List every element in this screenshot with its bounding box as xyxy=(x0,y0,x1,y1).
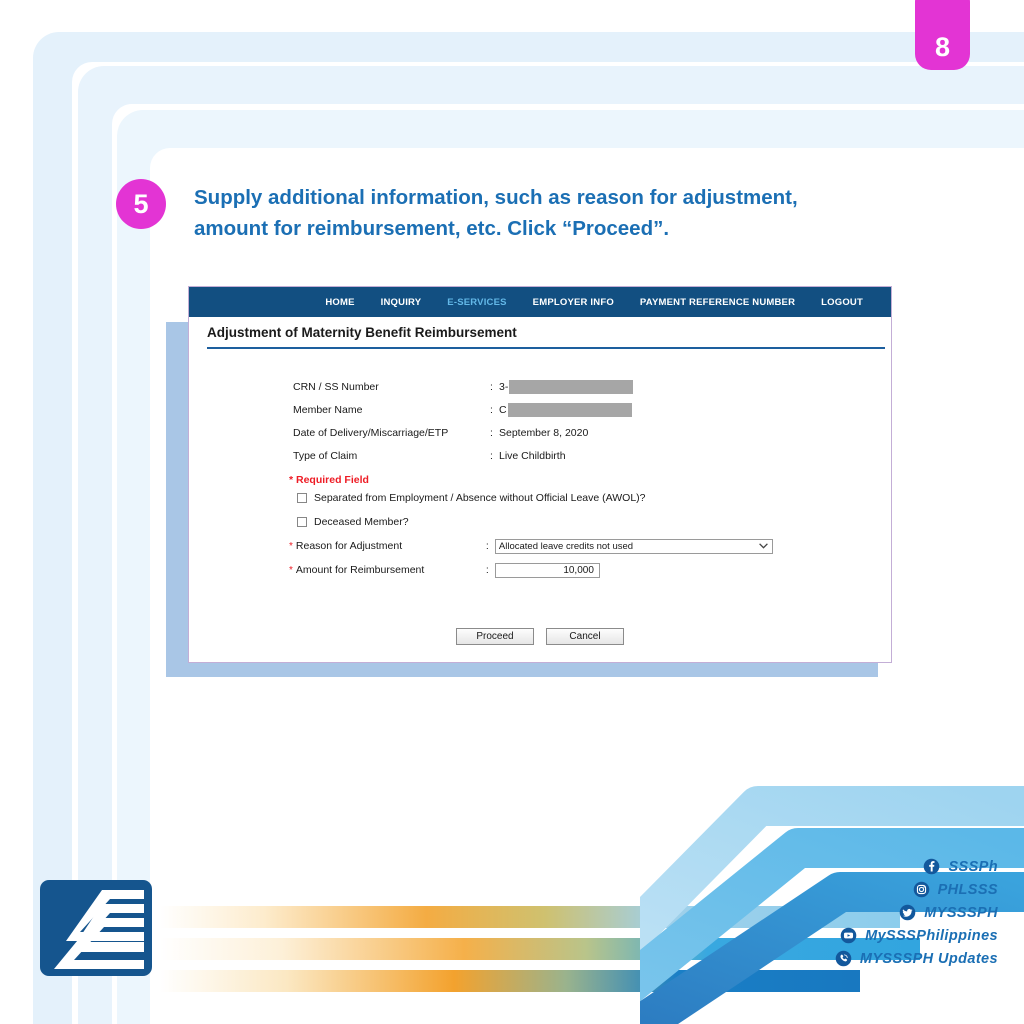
info-label-type-of-claim: Type of Claim xyxy=(293,449,358,462)
info-label-date-of-delivery: Date of Delivery/Miscarriage/ETP xyxy=(293,426,449,439)
info-row-date-of-delivery: Date of Delivery/Miscarriage/ETP : Septe… xyxy=(189,421,891,444)
checkbox-row-deceased-member[interactable]: Deceased Member? xyxy=(189,510,891,534)
checkbox-deceased-member[interactable] xyxy=(297,517,307,527)
portal-navbar: HOME INQUIRY E-SERVICES EMPLOYER INFO PA… xyxy=(189,287,891,317)
nav-item-e-services[interactable]: E-SERVICES xyxy=(447,297,506,308)
social-label-instagram: PHLSSS xyxy=(937,881,998,898)
page-title: Adjustment of Maternity Benefit Reimburs… xyxy=(207,325,517,340)
portal-title-block: Adjustment of Maternity Benefit Reimburs… xyxy=(189,317,891,347)
checkbox-label-deceased-member: Deceased Member? xyxy=(314,516,409,528)
cancel-button[interactable]: Cancel xyxy=(546,628,624,645)
form-button-row: Proceed Cancel xyxy=(189,628,891,645)
nav-item-home[interactable]: HOME xyxy=(325,297,354,308)
checkbox-awol[interactable] xyxy=(297,493,307,503)
info-value-type-of-claim: Live Childbirth xyxy=(499,449,566,462)
info-row-type-of-claim: Type of Claim : Live Childbirth xyxy=(189,444,891,467)
social-link-facebook[interactable]: SSSPh xyxy=(923,858,998,875)
youtube-icon xyxy=(840,927,857,944)
slide-canvas: 8 5 Supply additional information, such … xyxy=(0,0,1024,1024)
social-link-youtube[interactable]: MySSSPhilippines xyxy=(840,927,998,944)
field-colon: : xyxy=(485,564,489,576)
required-star: * xyxy=(289,564,293,576)
viber-icon xyxy=(835,950,852,967)
reason-for-adjustment-selected-value: Allocated leave credits not used xyxy=(498,540,634,552)
info-colon: : xyxy=(490,426,493,439)
facebook-icon xyxy=(924,858,940,875)
page-number-label: 8 xyxy=(934,32,951,62)
field-row-reason-for-adjustment: * Reason for Adjustment : Allocated leav… xyxy=(189,534,891,558)
field-label-amount-for-reimbursement: Amount for Reimbursement xyxy=(295,564,425,576)
social-link-instagram[interactable]: PHLSSS xyxy=(913,881,998,898)
amount-for-reimbursement-input[interactable]: 10,000 xyxy=(494,562,600,578)
social-label-viber: MYSSSPH Updates xyxy=(859,950,998,967)
info-value-crn: 3- xyxy=(499,380,509,393)
required-star: * xyxy=(289,540,293,552)
step-number-badge: 5 xyxy=(116,179,166,229)
field-row-amount-for-reimbursement: * Amount for Reimbursement : 10,000 xyxy=(189,558,891,582)
nav-item-inquiry[interactable]: INQUIRY xyxy=(381,297,422,308)
nav-item-logout[interactable]: LOGOUT xyxy=(821,297,863,308)
info-value-date-of-delivery: September 8, 2020 xyxy=(499,426,589,439)
step-instruction-text: Supply additional information, such as r… xyxy=(194,186,798,240)
social-label-twitter: MYSSSPH xyxy=(924,904,998,921)
info-colon: : xyxy=(490,380,493,393)
instagram-icon xyxy=(913,881,929,898)
checkbox-row-awol[interactable]: Separated from Employment / Absence with… xyxy=(189,486,891,510)
page-number-badge: 8 xyxy=(915,0,970,70)
required-field-note: * Required Field xyxy=(289,474,369,486)
nav-item-employer-info[interactable]: EMPLOYER INFO xyxy=(533,297,614,308)
proceed-button[interactable]: Proceed xyxy=(456,628,534,645)
chevron-down-icon xyxy=(759,541,768,551)
info-label-member-name: Member Name xyxy=(293,403,363,416)
step-number-label: 5 xyxy=(133,188,149,219)
twitter-icon xyxy=(899,904,916,921)
redaction-bar-member-name xyxy=(507,402,632,417)
adjustment-form: CRN / SS Number : 3- Member Name : C Dat… xyxy=(189,349,891,645)
info-label-crn: CRN / SS Number xyxy=(293,380,379,393)
nav-item-payment-reference-number[interactable]: PAYMENT REFERENCE NUMBER xyxy=(640,297,795,308)
social-label-youtube: MySSSPhilippines xyxy=(865,927,998,944)
field-colon: : xyxy=(485,540,489,552)
social-label-facebook: SSSPh xyxy=(948,858,998,875)
sss-portal-screenshot: HOME INQUIRY E-SERVICES EMPLOYER INFO PA… xyxy=(188,286,892,663)
info-row-crn: CRN / SS Number : 3- xyxy=(189,375,891,398)
social-link-viber[interactable]: MYSSSPH Updates xyxy=(835,950,998,967)
social-link-twitter[interactable]: MYSSSPH xyxy=(899,904,998,921)
info-colon: : xyxy=(490,403,493,416)
info-colon: : xyxy=(490,449,493,462)
checkbox-label-awol: Separated from Employment / Absence with… xyxy=(314,492,646,504)
field-label-reason-for-adjustment: Reason for Adjustment xyxy=(295,540,403,552)
info-row-member-name: Member Name : C xyxy=(189,398,891,421)
reason-for-adjustment-select[interactable]: Allocated leave credits not used xyxy=(494,538,773,554)
social-links-list: SSSPh PHLSSS MYSSSPH MySSSPhilippines MY… xyxy=(835,858,998,967)
info-value-member-name: C xyxy=(499,403,507,416)
redaction-bar-crn xyxy=(509,379,634,394)
sss-logo xyxy=(40,880,152,976)
